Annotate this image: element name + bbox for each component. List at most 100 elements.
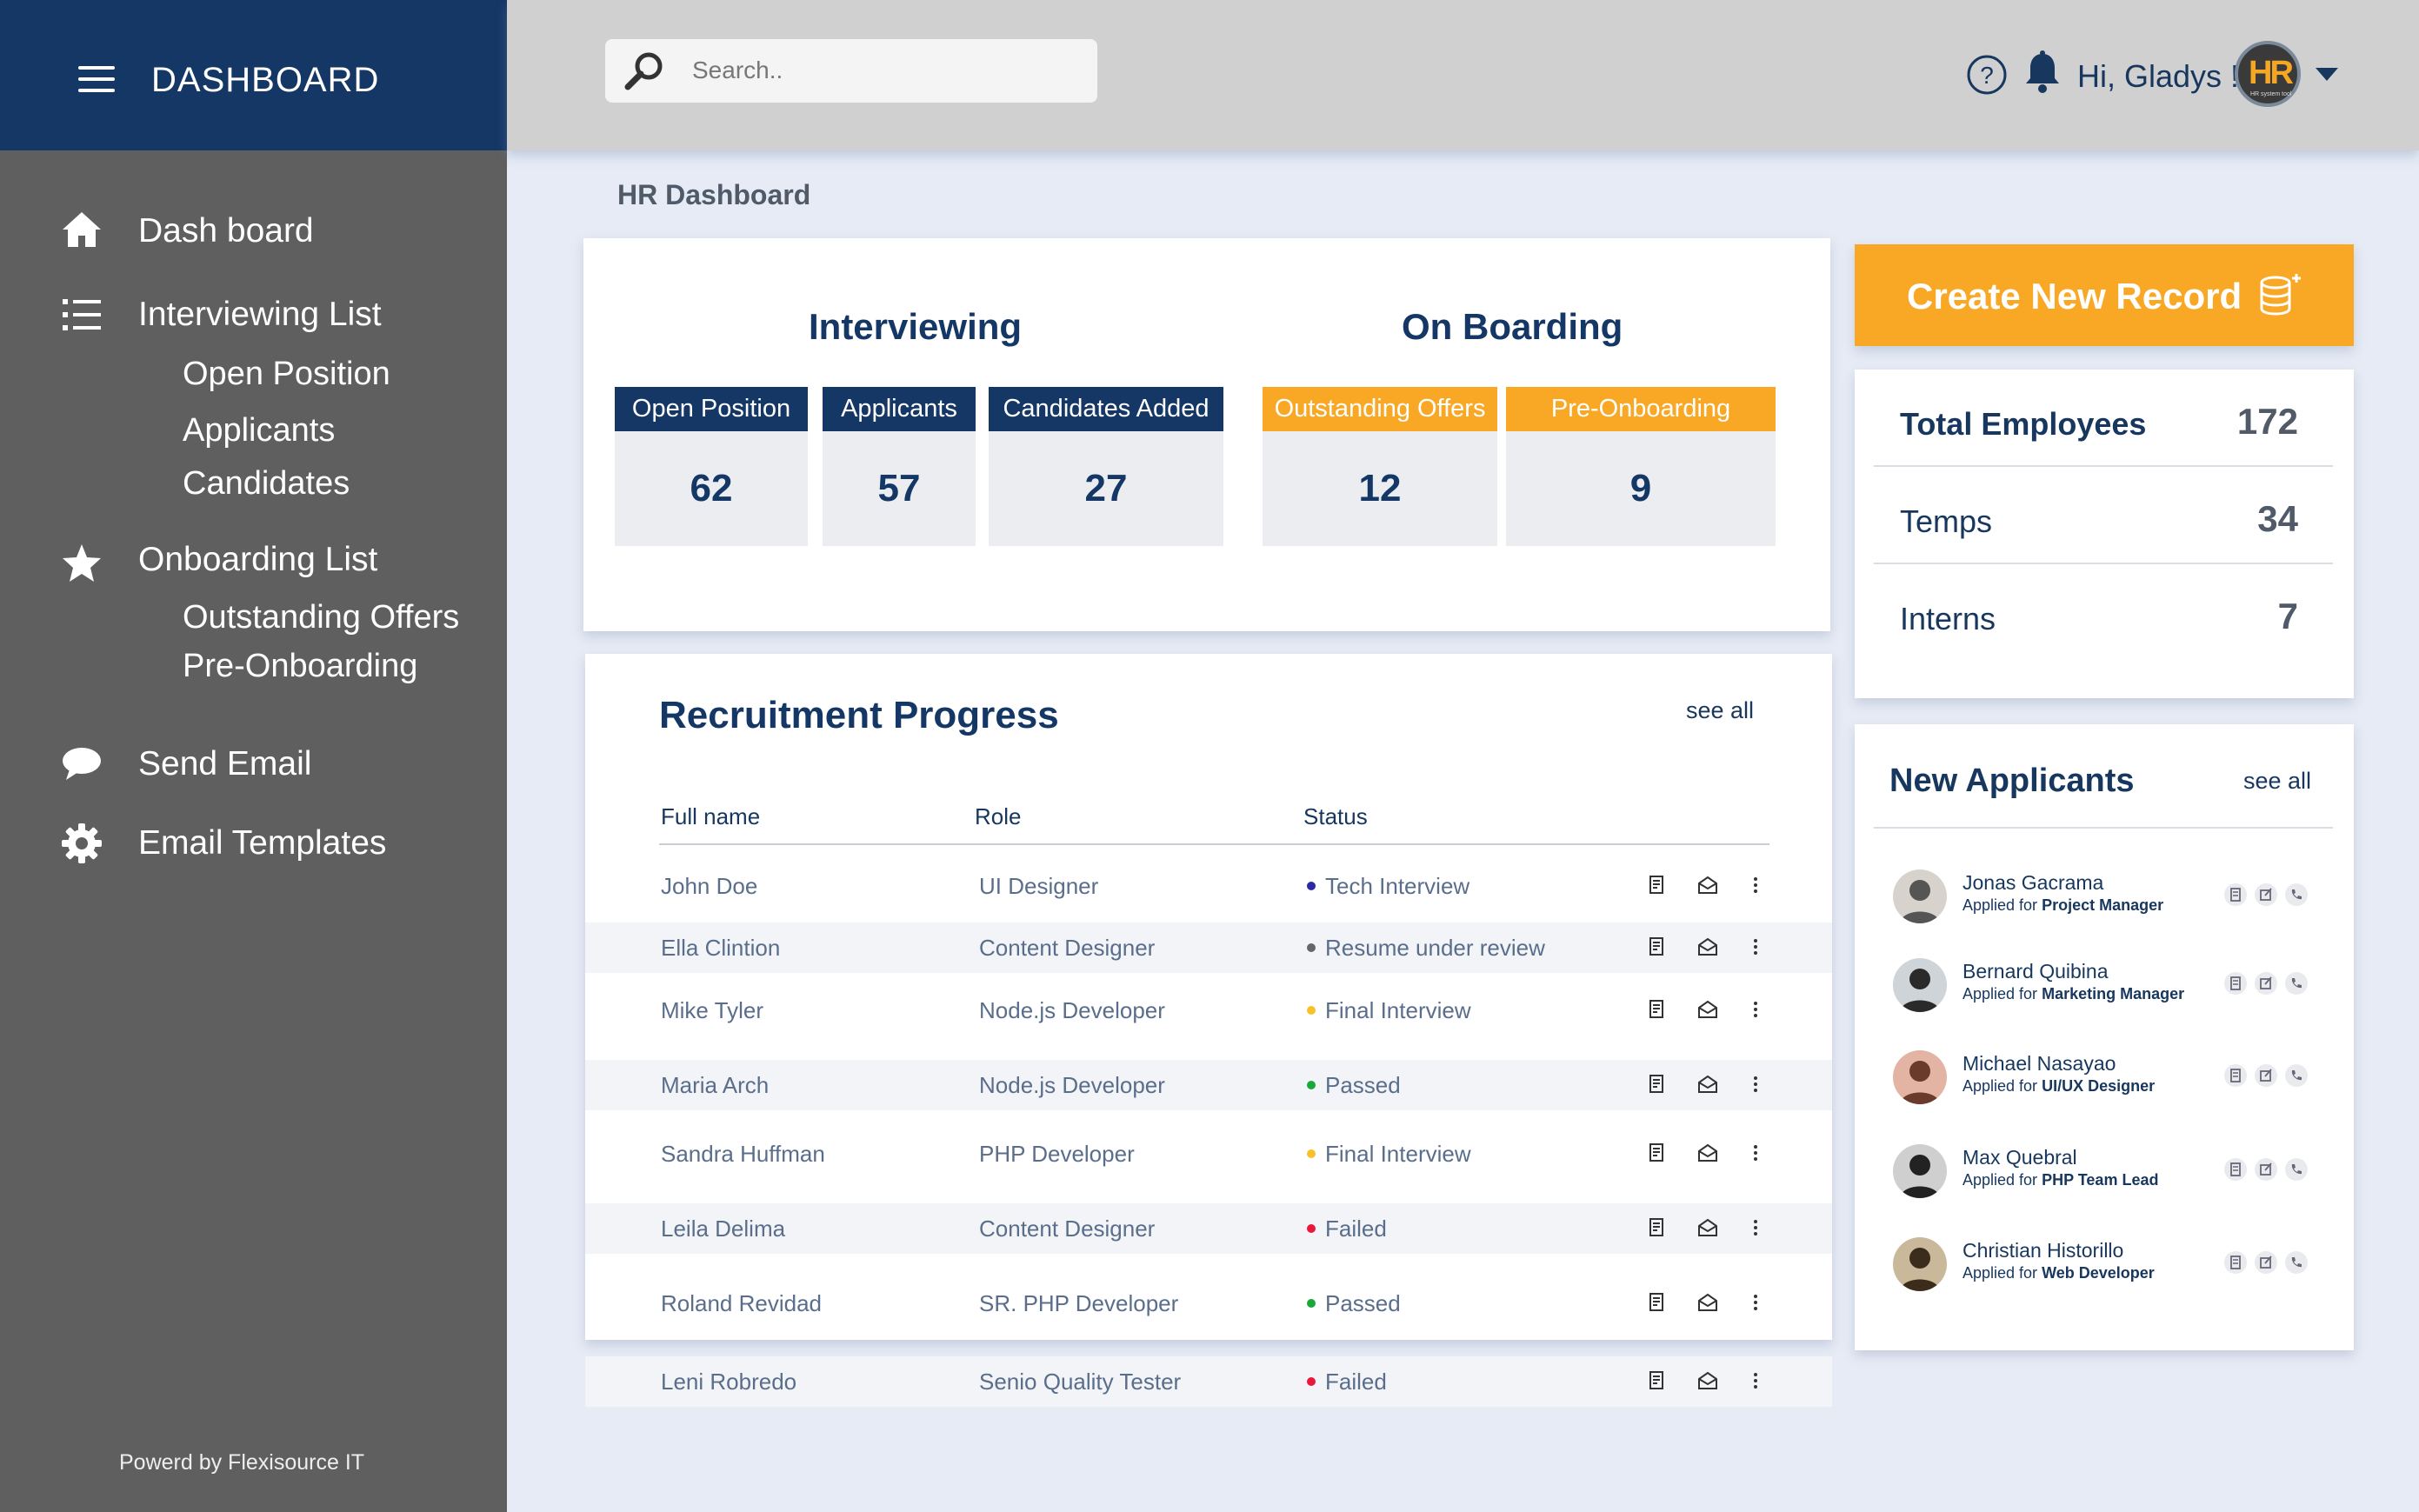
- phone-icon[interactable]: [2285, 1251, 2308, 1274]
- phone-icon[interactable]: [2285, 883, 2308, 906]
- bell-icon[interactable]: [2023, 50, 2062, 94]
- total-row[interactable]: Temps 34: [1874, 467, 2333, 564]
- user-avatar[interactable]: HR HR system tool: [2235, 41, 2301, 107]
- edit-icon[interactable]: [2255, 883, 2277, 906]
- stat-value-outstanding-offers[interactable]: 12: [1263, 431, 1497, 546]
- more-options-icon[interactable]: [1744, 1073, 1767, 1096]
- nav-item-send-email[interactable]: Send Email: [0, 735, 507, 796]
- document-icon[interactable]: [1646, 874, 1669, 896]
- applicant-list-item[interactable]: Michael Nasayao Applied for UI/UX Designe…: [1855, 1050, 2354, 1120]
- applicant-role: Content Designer: [979, 934, 1156, 961]
- more-options-icon[interactable]: [1744, 1369, 1767, 1392]
- avatar: [1893, 958, 1947, 1012]
- table-row[interactable]: Mike Tyler Node.js Developer Final Intervi…: [585, 985, 1832, 1036]
- applicant-list-item[interactable]: Bernard Quibina Applied for Marketing Man…: [1855, 958, 2354, 1028]
- document-icon[interactable]: [1646, 936, 1669, 958]
- phone-icon[interactable]: [2285, 1064, 2308, 1087]
- table-row[interactable]: Leila Delima Content Designer Failed: [585, 1203, 1832, 1254]
- applied-for-text: Applied for Project Manager: [1963, 896, 2163, 915]
- sub-item-pre-onboarding[interactable]: Pre-Onboarding: [183, 648, 417, 685]
- applied-role: Marketing Manager: [2042, 985, 2185, 1002]
- applied-role: Project Manager: [2042, 896, 2164, 914]
- document-icon[interactable]: [1646, 998, 1669, 1021]
- home-icon: [63, 212, 101, 247]
- nav-item-onboarding-list[interactable]: Onboarding List: [0, 530, 507, 591]
- document-icon[interactable]: [2224, 1158, 2247, 1181]
- table-row[interactable]: Leni Robredo Senio Quality Tester Failed: [585, 1356, 1832, 1407]
- create-new-record-button[interactable]: Create New Record: [1855, 244, 2354, 346]
- applicant-role: PHP Developer: [979, 1141, 1135, 1168]
- search-icon[interactable]: [623, 50, 666, 93]
- nav-item-dashboard[interactable]: Dash board: [0, 200, 507, 261]
- edit-icon[interactable]: [2255, 1064, 2277, 1087]
- more-options-icon[interactable]: [1744, 874, 1767, 896]
- search-box[interactable]: [605, 39, 1097, 103]
- chat-bubble-icon: [63, 748, 101, 780]
- applicant-role: UI Designer: [979, 873, 1099, 900]
- more-options-icon[interactable]: [1744, 998, 1767, 1021]
- stat-value-pre-onboarding[interactable]: 9: [1506, 431, 1776, 546]
- stat-value-applicants[interactable]: 57: [823, 431, 976, 546]
- status-label: Failed: [1325, 1216, 1387, 1242]
- sub-item-applicants[interactable]: Applicants: [183, 412, 335, 450]
- help-icon[interactable]: ?: [1966, 54, 2008, 96]
- document-icon[interactable]: [1646, 1073, 1669, 1096]
- table-row[interactable]: Sandra Huffman PHP Developer Final Intervi…: [585, 1129, 1832, 1179]
- stat-value-candidates-added[interactable]: 27: [989, 431, 1223, 546]
- document-icon[interactable]: [2224, 972, 2247, 995]
- applied-role: UI/UX Designer: [2042, 1077, 2156, 1095]
- document-icon[interactable]: [2224, 883, 2247, 906]
- interviewing-title: Interviewing: [809, 306, 1023, 347]
- total-row[interactable]: Interns 7: [1874, 564, 2333, 662]
- document-icon[interactable]: [1646, 1291, 1669, 1314]
- stat-value-open-position[interactable]: 62: [615, 431, 808, 546]
- total-row[interactable]: Total Employees 172: [1874, 370, 2333, 467]
- applicant-name: Sandra Huffman: [661, 1141, 825, 1168]
- mail-icon[interactable]: [1696, 998, 1719, 1021]
- star-icon: [63, 544, 101, 582]
- nav-item-email-templates[interactable]: Email Templates: [0, 814, 507, 875]
- mail-icon[interactable]: [1696, 1216, 1719, 1239]
- more-options-icon[interactable]: [1744, 1291, 1767, 1314]
- hamburger-menu-icon[interactable]: [78, 66, 115, 92]
- document-icon[interactable]: [1646, 1369, 1669, 1392]
- sub-item-candidates[interactable]: Candidates: [183, 465, 350, 503]
- applicant-list-item[interactable]: Max Quebral Applied for PHP Team Lead: [1855, 1144, 2354, 1214]
- document-icon[interactable]: [1646, 1216, 1669, 1239]
- stat-label-pre-onboarding: Pre-Onboarding: [1506, 387, 1776, 431]
- sub-item-open-position[interactable]: Open Position: [183, 356, 390, 393]
- chevron-down-icon[interactable]: [2316, 68, 2338, 81]
- applicant-name: John Doe: [661, 873, 758, 900]
- applicant-list-item[interactable]: Christian Historillo Applied for Web Deve…: [1855, 1237, 2354, 1307]
- recruitment-see-all-link[interactable]: see all: [1686, 697, 1754, 724]
- applied-for-prefix: Applied for: [1963, 1171, 2038, 1189]
- document-icon[interactable]: [2224, 1064, 2247, 1087]
- applied-for-text: Applied for PHP Team Lead: [1963, 1171, 2158, 1189]
- more-options-icon[interactable]: [1744, 1216, 1767, 1239]
- avatar-caption: HR system tool: [2250, 91, 2292, 97]
- new-applicants-see-all-link[interactable]: see all: [2243, 768, 2311, 795]
- table-row[interactable]: Roland Revidad SR. PHP Developer Passed: [585, 1278, 1832, 1329]
- phone-icon[interactable]: [2285, 1158, 2308, 1181]
- table-row[interactable]: Ella Clintion Content Designer Resume unde…: [585, 922, 1832, 973]
- mail-icon[interactable]: [1696, 1073, 1719, 1096]
- edit-icon[interactable]: [2255, 1251, 2277, 1274]
- mail-icon[interactable]: [1696, 874, 1719, 896]
- document-icon[interactable]: [1646, 1142, 1669, 1164]
- sub-item-outstanding-offers[interactable]: Outstanding Offers: [183, 599, 459, 636]
- document-icon[interactable]: [2224, 1251, 2247, 1274]
- phone-icon[interactable]: [2285, 972, 2308, 995]
- mail-icon[interactable]: [1696, 936, 1719, 958]
- edit-icon[interactable]: [2255, 1158, 2277, 1181]
- mail-icon[interactable]: [1696, 1142, 1719, 1164]
- table-row[interactable]: Maria Arch Node.js Developer Passed: [585, 1060, 1832, 1110]
- more-options-icon[interactable]: [1744, 936, 1767, 958]
- mail-icon[interactable]: [1696, 1369, 1719, 1392]
- mail-icon[interactable]: [1696, 1291, 1719, 1314]
- search-input[interactable]: [692, 51, 1075, 90]
- more-options-icon[interactable]: [1744, 1142, 1767, 1164]
- applicant-list-item[interactable]: Jonas Gacrama Applied for Project Manager: [1855, 869, 2354, 939]
- table-row[interactable]: John Doe UI Designer Tech Interview: [585, 861, 1832, 911]
- edit-icon[interactable]: [2255, 972, 2277, 995]
- nav-item-interviewing-list[interactable]: Interviewing List: [0, 285, 507, 346]
